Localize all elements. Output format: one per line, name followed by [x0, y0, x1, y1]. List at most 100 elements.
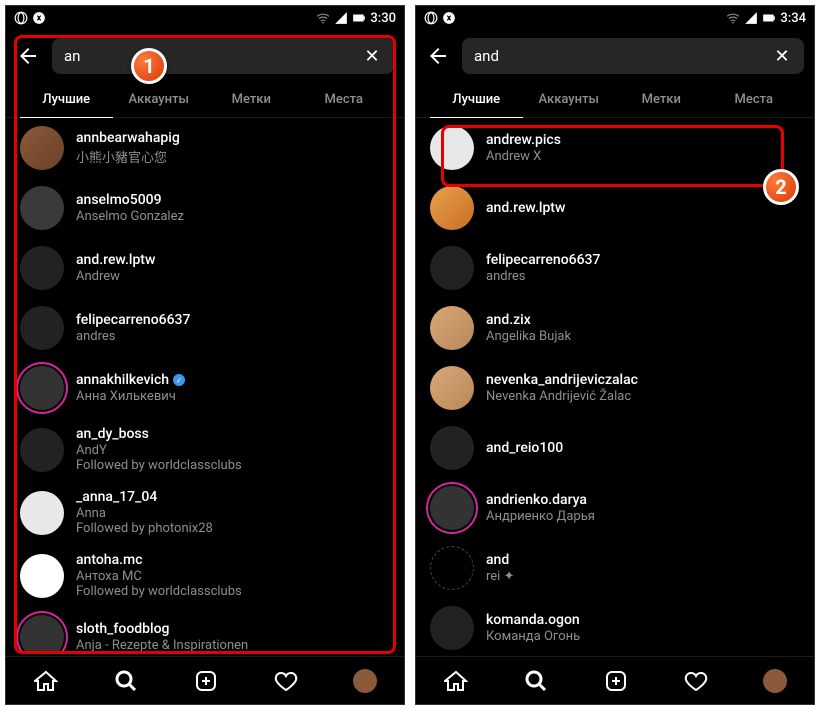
- nav-search[interactable]: [113, 668, 139, 694]
- subtitle: Andrew: [76, 269, 390, 284]
- username: anselmo5009: [76, 192, 390, 208]
- step-badge-2: 2: [763, 169, 799, 205]
- username: and_reio100: [486, 440, 800, 456]
- result-item[interactable]: anselmo5009Anselmo Gonzalez: [6, 178, 404, 238]
- results-list: annbearwahapig小熊小豬官心您 anselmo5009Anselmo …: [6, 118, 404, 652]
- nav-profile[interactable]: [353, 669, 377, 693]
- result-item[interactable]: komanda.ogonКоманда Огонь: [416, 598, 814, 652]
- tabs: Лучшие Аккаунты Метки Места: [6, 82, 404, 118]
- bottom-nav: [416, 656, 814, 704]
- bottom-nav: [6, 656, 404, 704]
- tab-accounts[interactable]: Аккаунты: [523, 82, 616, 117]
- avatar: [430, 606, 474, 650]
- back-button[interactable]: [16, 44, 40, 68]
- avatar: [430, 546, 474, 590]
- username: and.zix: [486, 312, 800, 328]
- result-item[interactable]: annakhilkevichАнна Хилькевич: [6, 358, 404, 418]
- username: and.rew.lptw: [486, 200, 800, 216]
- battery-icon: [352, 11, 366, 25]
- username: nevenka_andrijeviczalac: [486, 372, 800, 388]
- tab-accounts[interactable]: Аккаунты: [113, 82, 206, 117]
- battery-icon: [762, 11, 776, 25]
- result-text: anselmo5009Anselmo Gonzalez: [76, 192, 390, 224]
- result-item[interactable]: andrew.picsAndrew X: [416, 118, 814, 178]
- username: felipecarreno6637: [486, 252, 800, 268]
- result-item[interactable]: and.zixAngelika Bujak: [416, 298, 814, 358]
- result-item[interactable]: an_dy_bossAndYFollowed by worldclassclub…: [6, 418, 404, 481]
- avatar: [20, 186, 64, 230]
- username: komanda.ogon: [486, 612, 800, 628]
- tab-tags[interactable]: Метки: [205, 82, 298, 117]
- nav-profile[interactable]: [763, 669, 787, 693]
- opera-icon: [14, 11, 28, 25]
- clear-icon[interactable]: ✕: [772, 46, 792, 66]
- subtitle: rei ✦: [486, 569, 800, 584]
- nav-home[interactable]: [33, 668, 59, 694]
- nav-home[interactable]: [443, 668, 469, 694]
- status-bar: 3:34: [416, 6, 814, 30]
- result-item[interactable]: _anna_17_04AnnaFollowed by photonix28: [6, 481, 404, 544]
- result-item[interactable]: felipecarreno6637andres: [6, 298, 404, 358]
- tab-tags[interactable]: Метки: [615, 82, 708, 117]
- avatar: [430, 246, 474, 290]
- avatar: [20, 126, 64, 170]
- result-text: and.rew.lptwAndrew: [76, 252, 390, 284]
- tab-best[interactable]: Лучшие: [20, 82, 113, 117]
- signal-icon: [744, 11, 758, 25]
- clear-icon[interactable]: ✕: [362, 46, 382, 66]
- username: annbearwahapig: [76, 130, 390, 146]
- nav-add[interactable]: [193, 668, 219, 694]
- username: an_dy_boss: [76, 426, 390, 442]
- nav-add[interactable]: [603, 668, 629, 694]
- result-text: felipecarreno6637andres: [76, 312, 390, 344]
- subtitle: Andrew X: [486, 149, 800, 164]
- result-item[interactable]: nevenka_andrijeviczalacNevenka Andrijevi…: [416, 358, 814, 418]
- avatar: [430, 486, 474, 530]
- result-item[interactable]: felipecarreno6637andres: [416, 238, 814, 298]
- tab-places[interactable]: Места: [708, 82, 801, 117]
- nav-search[interactable]: [523, 668, 549, 694]
- result-item[interactable]: sloth_foodblogAnja - Rezepte & Inspirati…: [6, 607, 404, 652]
- search-input[interactable]: [474, 47, 772, 65]
- search-field[interactable]: ✕: [462, 38, 804, 74]
- tab-best[interactable]: Лучшие: [430, 82, 523, 117]
- results-list: andrew.picsAndrew X and.rew.lptw felipecar…: [416, 118, 814, 652]
- search-field[interactable]: ✕: [52, 38, 394, 74]
- signal-icon: [334, 11, 348, 25]
- wifi-icon: [726, 11, 740, 25]
- clock: 3:30: [370, 11, 396, 26]
- username: annakhilkevich: [76, 372, 390, 388]
- result-item[interactable]: and_reio100: [416, 418, 814, 478]
- nav-activity[interactable]: [683, 668, 709, 694]
- result-text: annbearwahapig小熊小豬官心您: [76, 130, 390, 166]
- nav-activity[interactable]: [273, 668, 299, 694]
- subtitle: Anselmo Gonzalez: [76, 209, 390, 224]
- follow-info: Followed by photonix28: [76, 521, 390, 536]
- verified-icon: [173, 374, 185, 386]
- subtitle: Nevenka Andrijević Žalac: [486, 389, 800, 404]
- result-text: and.zixAngelika Bujak: [486, 312, 800, 344]
- follow-info: Followed by worldclassclubs: [76, 458, 390, 473]
- subtitle: Антоха МС: [76, 569, 390, 584]
- username: sloth_foodblog: [76, 621, 390, 637]
- subtitle: andres: [486, 269, 800, 284]
- result-item[interactable]: antoha.mcАнтоха МСFollowed by worldclass…: [6, 544, 404, 607]
- wifi-icon: [316, 11, 330, 25]
- result-item[interactable]: andrei ✦: [416, 538, 814, 598]
- username: antoha.mc: [76, 552, 390, 568]
- tab-places[interactable]: Места: [298, 82, 391, 117]
- phone-left: 3:30 ✕ Лучшие Аккаунты Метки Места annbe…: [5, 5, 405, 705]
- avatar: [20, 428, 64, 472]
- result-item[interactable]: and.rew.lptwAndrew: [6, 238, 404, 298]
- avatar: [20, 491, 64, 535]
- search-input[interactable]: [64, 47, 362, 65]
- result-item[interactable]: and.rew.lptw: [416, 178, 814, 238]
- back-button[interactable]: [426, 44, 450, 68]
- avatar: [20, 615, 64, 652]
- tabs: Лучшие Аккаунты Метки Места: [416, 82, 814, 118]
- result-item[interactable]: annbearwahapig小熊小豬官心您: [6, 118, 404, 178]
- result-text: an_dy_bossAndYFollowed by worldclassclub…: [76, 426, 390, 473]
- result-item[interactable]: andrienko.daryaАндриенко Дарья: [416, 478, 814, 538]
- follow-info: Followed by worldclassclubs: [76, 584, 390, 599]
- result-text: sloth_foodblogAnja - Rezepte & Inspirati…: [76, 621, 390, 652]
